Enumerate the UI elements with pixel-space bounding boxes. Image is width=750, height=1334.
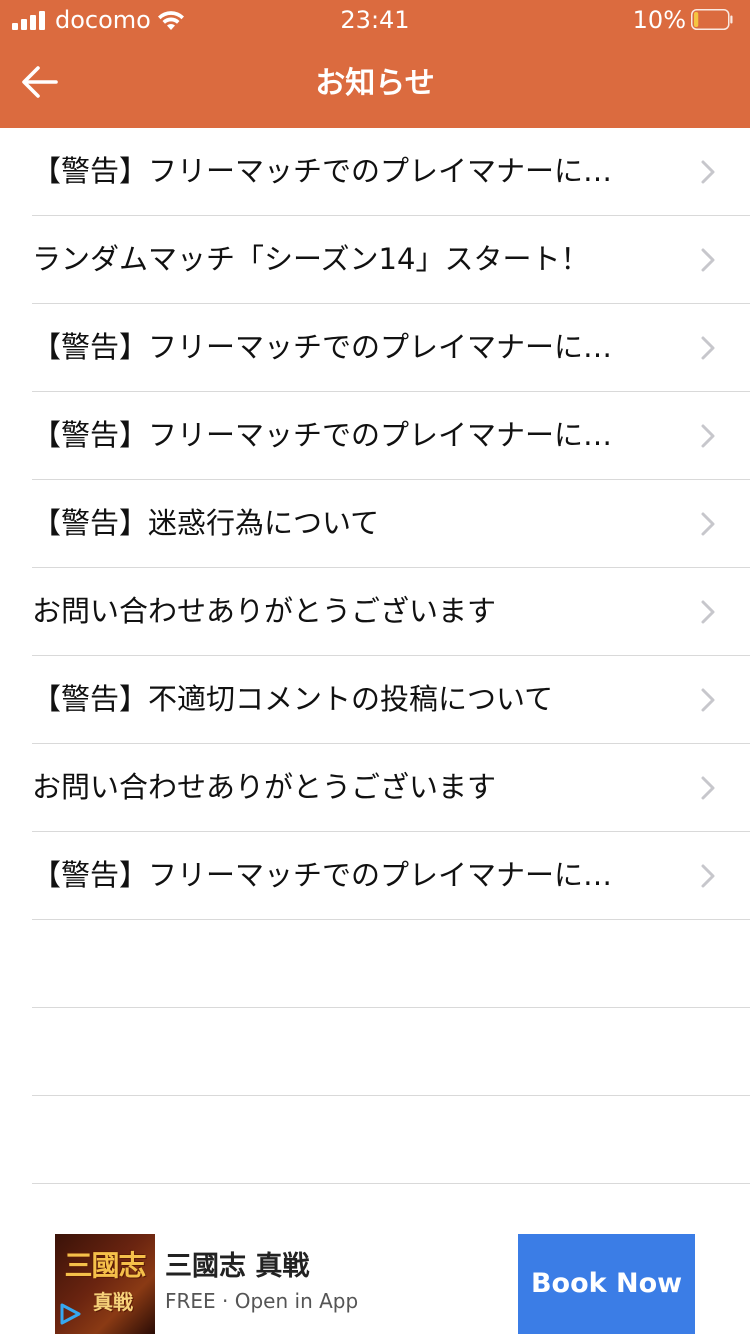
- notice-item-label: 【警告】不適切コメントの投稿について: [32, 682, 554, 716]
- ad-subtitle: FREE · Open in App: [165, 1289, 359, 1313]
- ad-title: 三國志 真戦: [165, 1251, 310, 1282]
- notice-item[interactable]: 【警告】フリーマッチでのプレイマナーに…: [32, 304, 750, 392]
- notice-list: 【警告】フリーマッチでのプレイマナーに… ランダムマッチ「シーズン14」スタート！…: [0, 128, 750, 1184]
- notice-item[interactable]: 【警告】不適切コメントの投稿について: [32, 656, 750, 744]
- status-bar: docomo 23:41 10%: [0, 0, 750, 40]
- notice-item-label: お問い合わせありがとうございます: [32, 770, 497, 804]
- notice-item-label: 【警告】フリーマッチでのプレイマナーに…: [32, 858, 613, 892]
- chevron-right-icon: [701, 336, 715, 360]
- empty-list-row: [32, 920, 750, 1008]
- chevron-right-icon: [701, 248, 715, 272]
- battery-percent: 10%: [632, 6, 686, 34]
- chevron-right-icon: [701, 864, 715, 888]
- chevron-right-icon: [701, 688, 715, 712]
- ad-app-icon-subtext: 真戦: [93, 1290, 133, 1314]
- play-icon: [60, 1303, 81, 1325]
- ad-app-icon[interactable]: 三國志 真戦: [55, 1234, 155, 1334]
- notice-item[interactable]: 【警告】迷惑行為について: [32, 480, 750, 568]
- notice-item[interactable]: 【警告】フリーマッチでのプレイマナーに…: [32, 392, 750, 480]
- notice-item-label: 【警告】迷惑行為について: [32, 506, 380, 540]
- notice-item[interactable]: ランダムマッチ「シーズン14」スタート！: [32, 216, 750, 304]
- notice-item-label: 【警告】フリーマッチでのプレイマナーに…: [32, 418, 613, 452]
- battery-icon: [691, 9, 733, 30]
- navigation-bar: お知らせ: [0, 40, 750, 128]
- ad-app-icon-text: 三國志: [64, 1249, 146, 1282]
- notice-item-label: 【警告】フリーマッチでのプレイマナーに…: [32, 330, 613, 364]
- notice-item-label: お問い合わせありがとうございます: [32, 594, 497, 628]
- chevron-right-icon: [701, 160, 715, 184]
- notice-item[interactable]: お問い合わせありがとうございます: [32, 568, 750, 656]
- notice-item-label: ランダムマッチ「シーズン14」スタート！: [32, 242, 590, 276]
- chevron-right-icon: [701, 512, 715, 536]
- chevron-right-icon: [701, 776, 715, 800]
- empty-list-row: [32, 1008, 750, 1096]
- ad-banner[interactable]: 三國志 真戦 三國志 真戦 FREE · Open in App Book No…: [0, 1184, 750, 1334]
- chevron-right-icon: [701, 424, 715, 448]
- empty-list-row: [32, 1096, 750, 1184]
- notice-item[interactable]: 【警告】フリーマッチでのプレイマナーに…: [32, 832, 750, 920]
- chevron-right-icon: [701, 600, 715, 624]
- notices-screen: docomo 23:41 10% お知らせ 【警告】フリーマッチでのプレイマナー…: [0, 0, 750, 1334]
- page-title: お知らせ: [315, 66, 435, 101]
- notice-item-label: 【警告】フリーマッチでのプレイマナーに…: [32, 154, 613, 188]
- notice-item[interactable]: 【警告】フリーマッチでのプレイマナーに…: [32, 128, 750, 216]
- book-now-button[interactable]: Book Now: [518, 1234, 695, 1334]
- notice-item[interactable]: お問い合わせありがとうございます: [32, 744, 750, 832]
